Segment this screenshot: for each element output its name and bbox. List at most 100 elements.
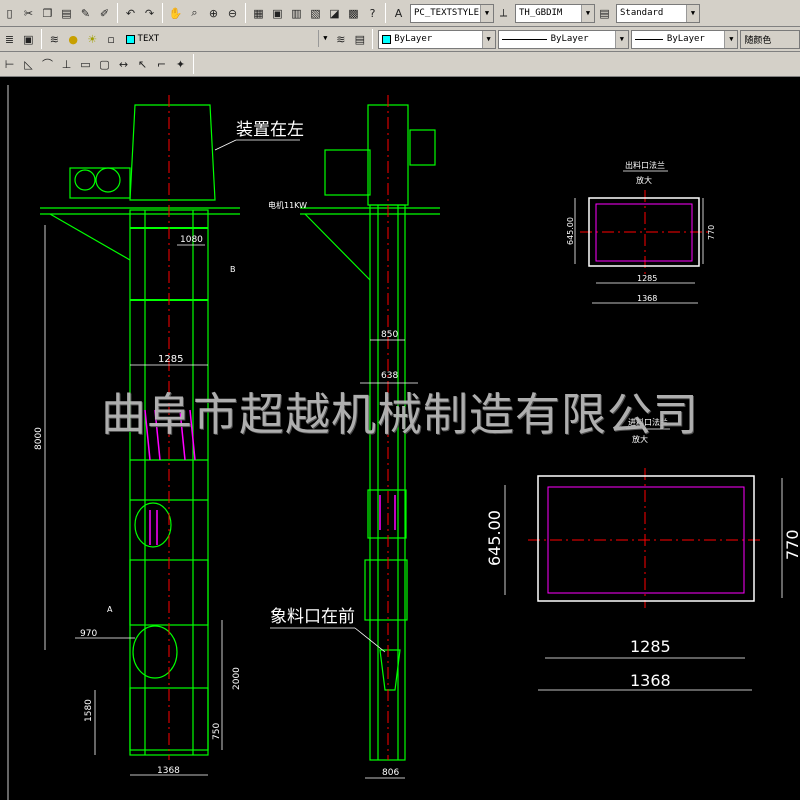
dim-806: 806 [382, 768, 399, 778]
detail-top-title: 出料口法兰 [625, 160, 665, 170]
dim-1368-left: 1368 [157, 766, 180, 776]
belt-pulley [134, 502, 172, 548]
feed-inlet [132, 625, 178, 679]
sheet-set-icon[interactable]: ▧ [307, 5, 324, 22]
tolerance-icon[interactable]: ⌐ [153, 56, 170, 73]
box-icon[interactable]: ▢ [96, 56, 113, 73]
separator [372, 29, 374, 49]
table-style-icon: ▤ [599, 6, 610, 20]
calculator-icon[interactable]: ▩ [345, 5, 362, 22]
linetype-dropdown[interactable]: ByLayer ▼ [497, 29, 629, 49]
zoom-previous-icon[interactable]: ⊖ [224, 5, 241, 22]
section-mark-a: A [107, 605, 113, 614]
separator [162, 3, 163, 23]
separator [193, 54, 194, 74]
markup-icon[interactable]: ◪ [326, 5, 343, 22]
label-motor: 电机11KW [268, 200, 307, 210]
zoom-realtime-icon[interactable]: ⌕ [186, 5, 203, 22]
aligned-dim-icon[interactable]: ◺ [20, 56, 37, 73]
undo-icon[interactable]: ↶ [122, 5, 139, 22]
right-brace [304, 213, 371, 281]
plot-style-dropdown[interactable]: 随颜色 [740, 29, 800, 49]
lineweight-dropdown[interactable]: ByLayer ▼ [630, 29, 739, 49]
design-center-icon[interactable]: ▣ [269, 5, 286, 22]
dim-1580: 1580 [84, 699, 94, 722]
dim-top-1368: 1368 [637, 294, 657, 303]
chevron-down-icon: ▼ [581, 4, 594, 22]
detail-bottom-sub: 放大 [632, 434, 648, 444]
left-head-cover [129, 104, 216, 201]
cut-icon[interactable]: ✂ [20, 5, 37, 22]
dim-bottom-1368: 1368 [630, 671, 671, 690]
feed-chute [379, 649, 401, 691]
color-dropdown[interactable]: ByLayer ▼ [378, 29, 496, 49]
motor-wheel-icon [95, 167, 121, 193]
linetype-value: ByLayer [550, 34, 589, 44]
text-style-icon: A [394, 6, 403, 20]
paste-icon[interactable]: ▤ [58, 5, 75, 22]
label-device-left: 装置在左 [236, 120, 304, 140]
dim-1080: 1080 [180, 235, 203, 245]
chevron-down-icon: ▼ [614, 30, 628, 48]
dim-style-icon: ⟂ [499, 6, 508, 19]
dim-style-dropdown[interactable]: TH_GBDIM ▼ [515, 3, 595, 23]
tool-palettes-icon[interactable]: ▥ [288, 5, 305, 22]
label-feed-front: 象料口在前 [270, 607, 355, 627]
dimension-toolbar: ⊢ ◺ ⌒ ⊥ ▭ ▢ ↔ ↖ ⌐ ✦ [0, 52, 800, 77]
dim-edit-icon[interactable]: ✦ [172, 56, 189, 73]
left-brace [49, 213, 131, 261]
dim-2000: 2000 [232, 667, 242, 690]
separator [117, 3, 118, 23]
text-style-dropdown[interactable]: PC_TEXTSTYLE ▼ [410, 3, 494, 23]
redo-icon[interactable]: ↷ [141, 5, 158, 22]
make-current-icon[interactable]: ≋ [332, 31, 349, 48]
properties-icon[interactable]: ▦ [250, 5, 267, 22]
section-mark-b: B [230, 265, 236, 274]
copy-icon[interactable]: ❐ [39, 5, 56, 22]
separator [245, 3, 246, 23]
dim-bottom-645: 645.00 [485, 510, 504, 566]
left-inspection-door [129, 559, 209, 626]
chevron-down-icon: ▼ [480, 4, 493, 22]
help-icon[interactable]: ? [364, 5, 381, 22]
pan-icon[interactable]: ✋ [167, 5, 184, 22]
dim-750: 750 [212, 723, 222, 740]
separator [385, 3, 386, 23]
dim-style-value: TH_GBDIM [519, 8, 563, 18]
arc-length-icon[interactable]: ⌒ [39, 56, 56, 73]
separator [40, 29, 42, 49]
dim-970: 970 [80, 629, 97, 639]
layer-stack-icon[interactable]: ≋ [46, 31, 63, 48]
dim-bottom-1285: 1285 [630, 637, 671, 656]
drawing-canvas[interactable]: 1080 8000 1285 970 2000 1580 750 1368 85… [0, 77, 800, 800]
dim-1285-left: 1285 [158, 354, 183, 365]
zoom-window-icon[interactable]: ⊕ [205, 5, 222, 22]
dim-top-1285: 1285 [637, 274, 657, 283]
dim-top-770: 770 [707, 225, 716, 240]
dim-850: 850 [381, 330, 398, 340]
dim-8000: 8000 [34, 427, 44, 450]
layer-manager-icon[interactable]: ≣ [1, 31, 18, 48]
continue-dim-icon[interactable]: ↔ [115, 56, 132, 73]
chevron-down-icon: ▼ [686, 4, 699, 22]
leader-icon[interactable]: ↖ [134, 56, 151, 73]
layer-states-icon[interactable]: ▣ [20, 31, 37, 48]
chevron-down-icon: ▼ [481, 30, 495, 48]
linear-dim-icon[interactable]: ⊢ [1, 56, 18, 73]
paintbrush-icon[interactable]: ✐ [96, 5, 113, 22]
layer-color-swatch [125, 34, 135, 44]
layer-dropdown[interactable]: TEXT ▼ [122, 29, 332, 49]
new-icon[interactable]: ▯ [1, 5, 18, 22]
chevron-down-icon: ▼ [318, 29, 332, 47]
text-style-value: PC_TEXTSTYLE [414, 8, 480, 18]
table-style-dropdown[interactable]: Standard ▼ [616, 3, 700, 23]
ordinate-dim-icon[interactable]: ⊥ [58, 56, 75, 73]
chevron-down-icon: ▼ [724, 30, 738, 48]
table-style-value: Standard [620, 8, 664, 18]
match-properties-icon[interactable]: ✎ [77, 5, 94, 22]
standard-toolbar: ▯ ✂ ❐ ▤ ✎ ✐ ↶ ↷ ✋ ⌕ ⊕ ⊖ ▦ ▣ ▥ ▧ ◪ ▩ ? A … [0, 0, 800, 27]
sun-icon: ☀ [87, 32, 98, 46]
dim-top-645: 645.00 [566, 217, 575, 245]
rectangle-icon[interactable]: ▭ [77, 56, 94, 73]
layer-previous-icon[interactable]: ▤ [351, 31, 368, 48]
